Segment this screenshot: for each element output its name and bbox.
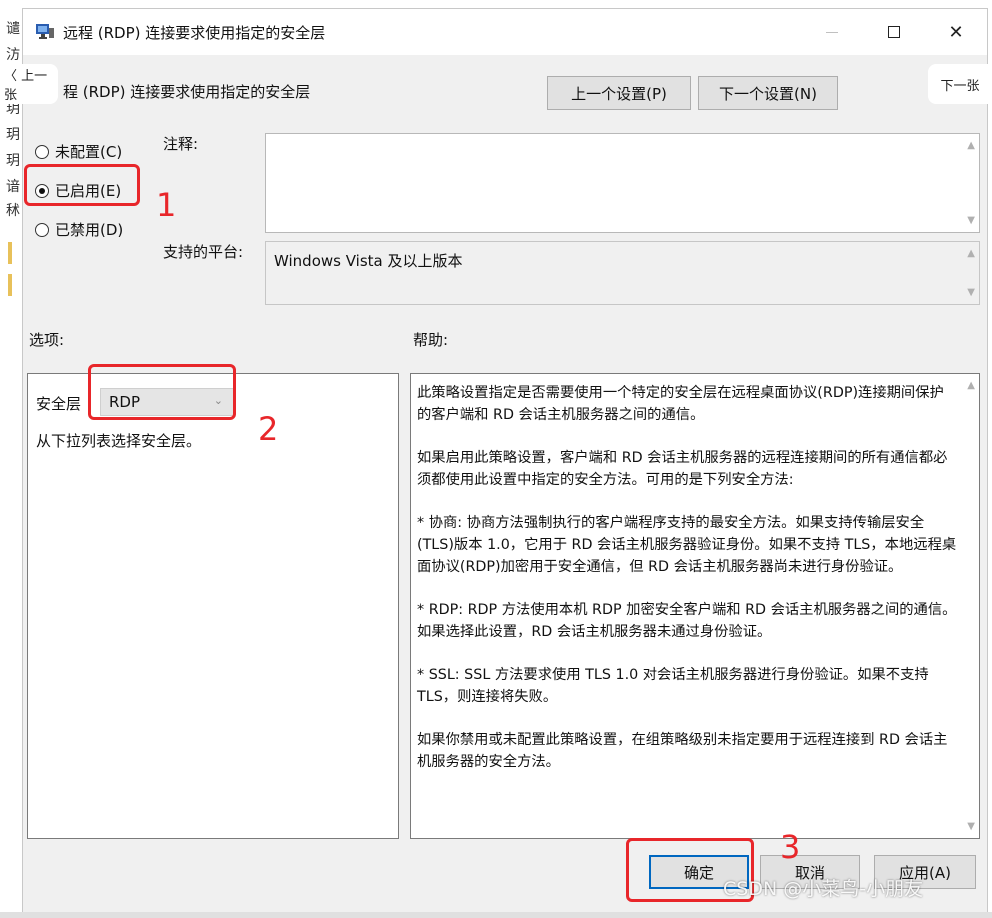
annotation-number: 2 — [258, 410, 279, 448]
background-bar — [8, 242, 12, 264]
minimize-icon — [826, 31, 838, 33]
help-paragraph: * RDP: RDP 方法使用本机 RDP 加密安全客户端和 RD 会话主机服务… — [417, 602, 957, 640]
background-text: 玥 — [6, 153, 20, 169]
help-scrollbar[interactable]: ▲ ▼ — [961, 374, 979, 838]
previous-image-button[interactable]: 〈 上一张 — [0, 64, 58, 104]
next-image-button[interactable]: 下一张 — [928, 64, 992, 104]
background-text: 玥 — [6, 127, 20, 143]
scroll-up-icon[interactable]: ▲ — [967, 380, 975, 391]
close-button[interactable]: ✕ — [925, 9, 987, 55]
policy-heading: 程 (RDP) 连接要求使用指定的安全层 — [63, 83, 311, 101]
background-bar — [8, 274, 12, 296]
options-hint: 从下拉列表选择安全层。 — [36, 432, 202, 450]
background-text: 汸 — [6, 47, 20, 63]
previous-setting-button[interactable]: 上一个设置(P) — [547, 76, 691, 110]
radio-circle — [35, 144, 49, 159]
radio-circle — [35, 222, 49, 237]
next-setting-button[interactable]: 下一个设置(N) — [698, 76, 838, 110]
background-text: 谴 — [6, 21, 20, 37]
taskbar-strip — [0, 912, 992, 918]
radio-label: 未配置(C) — [55, 143, 123, 161]
radio-label: 已禁用(D) — [55, 221, 124, 239]
help-text: 此策略设置指定是否需要使用一个特定的安全层在远程桌面协议(RDP)连接期间保护的… — [417, 382, 957, 794]
platform-value: Windows Vista 及以上版本 — [274, 252, 463, 270]
scroll-down-icon[interactable]: ▼ — [967, 821, 975, 832]
help-paragraph: 如果你禁用或未配置此策略设置，在组策略级别未指定要用于远程连接到 RD 会话主机… — [417, 732, 948, 770]
scroll-down-icon[interactable]: ▼ — [967, 215, 975, 226]
options-label: 选项: — [29, 331, 65, 349]
remote-desktop-icon — [36, 24, 54, 39]
annotation-box-dropdown — [88, 364, 236, 420]
comment-textarea[interactable]: ▲ ▼ — [265, 133, 980, 233]
watermark: CSDN @小菜鸟-小朋友 — [723, 878, 924, 900]
annotation-number: 3 — [780, 828, 801, 866]
help-paragraph: * 协商: 协商方法强制执行的客户端程序支持的最安全方法。如果支持传输层安全(T… — [417, 515, 957, 575]
platform-field: Windows Vista 及以上版本 ▲ ▼ — [265, 241, 980, 305]
title-bar[interactable]: 远程 (RDP) 连接要求使用指定的安全层 ✕ — [23, 9, 987, 55]
close-icon: ✕ — [948, 21, 964, 43]
scroll-up-icon[interactable]: ▲ — [967, 248, 975, 259]
security-layer-label: 安全层 — [36, 395, 82, 413]
maximize-icon — [888, 26, 900, 38]
platform-label: 支持的平台: — [163, 243, 244, 261]
help-paragraph: 如果启用此策略设置，客户端和 RD 会话主机服务器的远程连接期间的所有通信都必须… — [417, 450, 948, 488]
annotation-number: 1 — [156, 186, 177, 224]
help-paragraph: 此策略设置指定是否需要使用一个特定的安全层在远程桌面协议(RDP)连接期间保护的… — [417, 385, 944, 423]
policy-dialog: 远程 (RDP) 连接要求使用指定的安全层 ✕ 程 (RDP) 连接要求使用指定… — [22, 8, 988, 913]
background-text: 秫 — [6, 203, 20, 219]
help-panel[interactable]: 此策略设置指定是否需要使用一个特定的安全层在远程桌面协议(RDP)连接期间保护的… — [410, 373, 980, 839]
radio-not-configured[interactable]: 未配置(C) — [35, 141, 122, 162]
help-paragraph: * SSL: SSL 方法要求使用 TLS 1.0 对会话主机服务器进行身份验证… — [417, 667, 929, 705]
scroll-down-icon[interactable]: ▼ — [967, 287, 975, 298]
radio-disabled[interactable]: 已禁用(D) — [35, 219, 123, 240]
scroll-up-icon[interactable]: ▲ — [967, 140, 975, 151]
annotation-box-enabled — [24, 164, 140, 206]
platform-scrollbar[interactable]: ▲ ▼ — [961, 242, 979, 304]
minimize-button[interactable] — [801, 9, 863, 55]
comment-scrollbar[interactable]: ▲ ▼ — [961, 134, 979, 232]
maximize-button[interactable] — [863, 9, 925, 55]
comment-label: 注释: — [163, 135, 199, 153]
window-title: 远程 (RDP) 连接要求使用指定的安全层 — [63, 24, 326, 42]
background-text: 谙 — [6, 179, 20, 195]
options-panel: 安全层 RDP ⌄ 从下拉列表选择安全层。 — [27, 373, 399, 839]
help-label: 帮助: — [413, 331, 449, 349]
